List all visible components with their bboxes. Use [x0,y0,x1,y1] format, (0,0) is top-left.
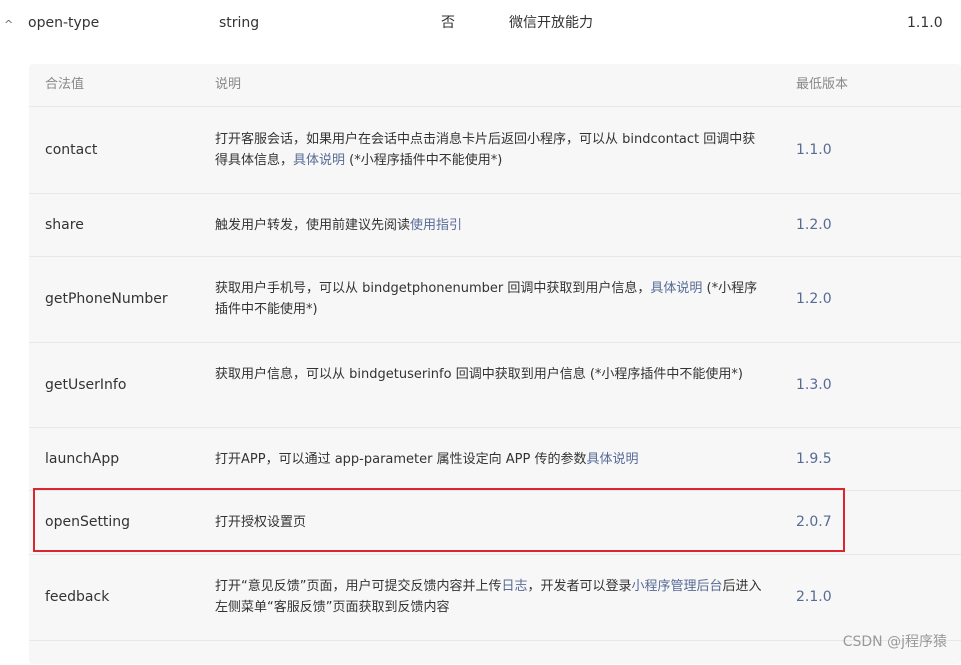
row-description: 打开客服会话，如果用户在会话中点击消息卡片后返回小程序，可以从 bindcont… [215,129,763,171]
open-type-values-table: 合法值 说明 最低版本 contact 打开客服会话，如果用户在会话中点击消息卡… [29,64,961,664]
detail-link[interactable]: 具体说明 [650,281,702,296]
property-description: 微信开放能力 [509,15,593,31]
table-row: feedback 打开“意见反馈”页面，用户可提交反馈内容并上传日志，开发者可以… [29,554,961,645]
property-version: 1.1.0 [907,15,943,31]
table-header: 合法值 说明 最低版本 [29,64,961,106]
row-desc-text: 获取用户信息，可以从 bindgetuserinfo 回调中获取到用户信息 (*… [215,367,743,382]
table-row [29,640,961,665]
row-desc-text: 打开“意见反馈”页面，用户可提交反馈内容并上传 [215,579,502,594]
highlight-box [33,488,845,552]
row-name: feedback [45,589,110,605]
detail-link[interactable]: 具体说明 [586,452,638,467]
row-desc-text: ，开发者可以登录 [527,579,632,594]
row-name: getUserInfo [45,377,127,393]
row-desc-text: 触发用户转发，使用前建议先阅读 [215,218,411,233]
header-version: 最低版本 [796,77,849,92]
property-required: 否 [441,15,455,31]
table-row: share 触发用户转发，使用前建议先阅读使用指引 1.2.0 [29,193,961,257]
row-version[interactable]: 1.9.5 [796,449,832,470]
row-desc-text: 获取用户手机号，可以从 bindgetphonenumber 回调中获取到用户信… [215,281,651,296]
row-desc-text: 打开APP，可以通过 app-parameter 属性设定向 APP 传的参数 [215,452,587,467]
collapse-chevron-icon[interactable]: ^ [4,16,13,34]
row-version[interactable]: 1.2.0 [796,215,832,236]
table-row: contact 打开客服会话，如果用户在会话中点击消息卡片后返回小程序，可以从 … [29,106,961,194]
detail-link[interactable]: 具体说明 [293,153,345,168]
row-name: contact [45,142,98,158]
row-version[interactable]: 2.1.0 [796,587,832,608]
property-type: string [219,15,260,31]
table-row: getPhoneNumber 获取用户手机号，可以从 bindgetphonen… [29,256,961,343]
row-description: 触发用户转发，使用前建议先阅读使用指引 [215,215,763,236]
row-description: 打开“意见反馈”页面，用户可提交反馈内容并上传日志，开发者可以登录小程序管理后台… [215,576,763,618]
watermark: CSDN @j程序猿 [842,634,947,650]
row-name: getPhoneNumber [45,291,168,307]
row-description: 获取用户信息，可以从 bindgetuserinfo 回调中获取到用户信息 (*… [215,364,763,385]
property-name: open-type [28,15,100,31]
log-link[interactable]: 日志 [501,579,527,594]
row-name: share [45,217,84,233]
header-value: 合法值 [45,77,85,92]
row-version[interactable]: 1.3.0 [796,375,832,396]
usage-guide-link[interactable]: 使用指引 [410,218,462,233]
property-row-open-type: ^ open-type string 否 微信开放能力 1.1.0 [0,0,961,46]
header-desc: 说明 [215,77,242,92]
row-description: 打开APP，可以通过 app-parameter 属性设定向 APP 传的参数具… [215,449,763,470]
table-row: launchApp 打开APP，可以通过 app-parameter 属性设定向… [29,427,961,491]
row-version[interactable]: 1.2.0 [796,289,832,310]
admin-console-link[interactable]: 小程序管理后台 [632,579,723,594]
table-row: getUserInfo 获取用户信息，可以从 bindgetuserinfo 回… [29,342,961,428]
row-description: 获取用户手机号，可以从 bindgetphonenumber 回调中获取到用户信… [215,278,763,320]
row-desc-text: (*小程序插件中不能使用*) [345,153,503,168]
row-version[interactable]: 1.1.0 [796,140,832,161]
row-name: launchApp [45,451,120,467]
